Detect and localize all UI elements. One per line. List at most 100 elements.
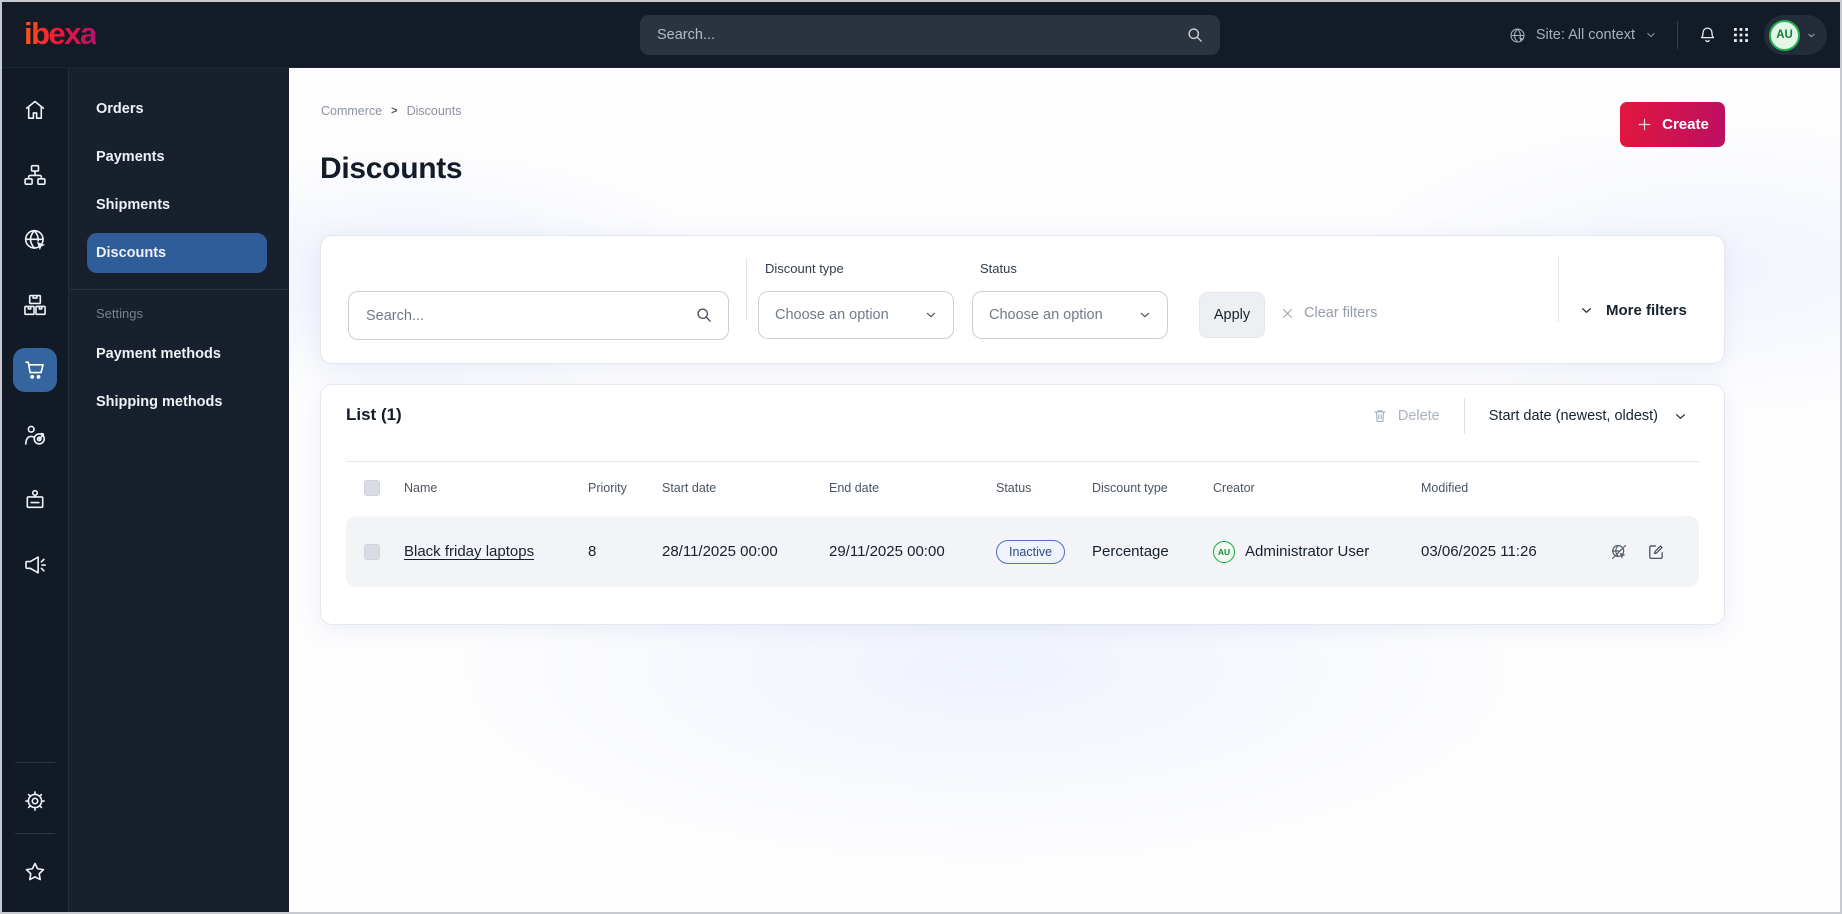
apps-grid-icon[interactable] xyxy=(1731,25,1751,45)
sort-selector[interactable]: Start date (newest, oldest) xyxy=(1489,408,1689,425)
products-boxes-icon xyxy=(22,292,48,318)
end-date-value: 29/11/2025 00:00 xyxy=(829,543,945,560)
sidebar-item-shipping-methods[interactable]: Shipping methods xyxy=(87,382,267,422)
create-button-label: Create xyxy=(1662,116,1709,133)
priority-value: 8 xyxy=(588,543,597,560)
status-label: Status xyxy=(980,261,1017,276)
icon-rail xyxy=(2,68,69,912)
rail-item-commerce[interactable] xyxy=(13,348,57,392)
chevron-down-icon xyxy=(1137,307,1153,323)
rail-divider xyxy=(15,833,55,834)
breadcrumb-discounts[interactable]: Discounts xyxy=(407,104,462,118)
tools-divider xyxy=(1463,398,1465,434)
sidebar-item-shipments[interactable]: Shipments xyxy=(87,185,267,225)
filter-divider xyxy=(1558,256,1559,322)
app-window: ibexa Site: All context xyxy=(0,0,1842,914)
page-title: Discounts xyxy=(320,152,463,185)
status-value: Choose an option xyxy=(989,307,1103,323)
breadcrumb: Commerce > Discounts xyxy=(321,104,461,118)
rail-item-content[interactable] xyxy=(13,153,57,197)
rail-item-customers[interactable] xyxy=(13,413,57,457)
chevron-down-icon xyxy=(1672,408,1689,425)
start-date-value: 28/11/2025 00:00 xyxy=(662,543,778,560)
column-header-priority: Priority xyxy=(588,481,627,495)
user-badge-icon xyxy=(22,487,48,513)
rail-item-users[interactable] xyxy=(13,478,57,522)
gear-icon xyxy=(22,788,48,814)
sidebar-item-payment-methods[interactable]: Payment methods xyxy=(87,334,267,374)
megaphone-icon xyxy=(22,552,48,578)
main-area: Commerce > Discounts Create Discounts Se… xyxy=(289,68,1840,912)
clear-filters-button[interactable]: Clear filters xyxy=(1280,305,1377,321)
more-filters-button[interactable]: More filters xyxy=(1578,302,1687,319)
list-card: List (1) Delete Start date (newest, olde… xyxy=(320,384,1725,625)
notifications-bell-icon[interactable] xyxy=(1697,25,1718,46)
table-row: Black friday laptops 8 28/11/2025 00:00 … xyxy=(346,516,1699,587)
status-select[interactable]: Choose an option xyxy=(972,291,1168,339)
global-search[interactable] xyxy=(640,15,1220,55)
user-menu[interactable]: AU xyxy=(1764,15,1827,55)
sidebar-item-label: Orders xyxy=(96,101,144,117)
column-header-modified: Modified xyxy=(1421,481,1469,495)
sort-label: Start date (newest, oldest) xyxy=(1488,408,1658,424)
search-icon[interactable] xyxy=(694,305,714,325)
sidebar-item-label: Shipping methods xyxy=(96,394,223,410)
discount-type-value: Choose an option xyxy=(775,307,889,323)
delete-button[interactable]: Delete xyxy=(1371,407,1440,425)
rail-item-site[interactable] xyxy=(13,218,57,262)
discount-name-link[interactable]: Black friday laptops xyxy=(404,543,534,560)
site-context-selector[interactable]: Site: All context xyxy=(1508,26,1658,45)
breadcrumb-separator: > xyxy=(391,105,398,117)
filters-card: Discount type Choose an option Status Ch… xyxy=(320,235,1725,364)
global-search-input[interactable] xyxy=(640,27,1185,43)
rail-divider xyxy=(15,762,55,763)
preview-disabled-icon[interactable] xyxy=(1609,542,1629,562)
rail-item-products[interactable] xyxy=(13,283,57,327)
create-button[interactable]: Create xyxy=(1620,102,1725,147)
status-badge: Inactive xyxy=(996,539,1066,564)
table-header: Name Priority Start date End date Status… xyxy=(346,473,1699,503)
filter-divider xyxy=(746,258,747,320)
breadcrumb-commerce[interactable]: Commerce xyxy=(321,104,382,118)
rail-item-bookmarks[interactable] xyxy=(13,850,57,894)
topbar: ibexa Site: All context xyxy=(2,2,1840,68)
rail-item-home[interactable] xyxy=(13,88,57,132)
sidebar-item-orders[interactable]: Orders xyxy=(87,89,267,129)
creator-avatar: AU xyxy=(1213,540,1235,563)
column-header-name: Name xyxy=(404,481,438,495)
list-divider xyxy=(346,461,1699,462)
sidebar-divider xyxy=(69,289,289,290)
rail-item-marketing[interactable] xyxy=(13,543,57,587)
creator-name: Administrator User xyxy=(1245,543,1370,560)
discount-type-select[interactable]: Choose an option xyxy=(758,291,954,339)
close-icon xyxy=(1280,306,1295,321)
search-icon[interactable] xyxy=(1185,25,1205,45)
select-all-checkbox[interactable] xyxy=(364,480,380,496)
commerce-cart-icon xyxy=(22,357,48,383)
column-header-start-date: Start date xyxy=(662,481,717,495)
modified-value: 03/06/2025 11:26 xyxy=(1421,543,1537,560)
apply-button[interactable]: Apply xyxy=(1199,292,1265,338)
ibexa-logo: ibexa xyxy=(24,16,97,51)
site-context-label: Site: All context xyxy=(1535,27,1635,43)
sidebar-item-discounts[interactable]: Discounts xyxy=(87,233,267,273)
commerce-sidebar: Orders Payments Shipments Discounts Sett… xyxy=(69,68,289,912)
home-icon xyxy=(22,97,48,123)
chevron-down-icon xyxy=(923,307,939,323)
star-icon xyxy=(22,859,48,885)
list-title: List (1) xyxy=(346,405,402,424)
customers-target-icon xyxy=(22,422,48,448)
discount-type-value: Percentage xyxy=(1092,543,1169,560)
filter-search-input[interactable] xyxy=(348,291,729,340)
more-filters-label: More filters xyxy=(1606,302,1687,319)
row-checkbox[interactable] xyxy=(364,543,380,560)
edit-icon[interactable] xyxy=(1646,542,1666,562)
sidebar-item-label: Payment methods xyxy=(96,346,221,362)
sidebar-item-label: Payments xyxy=(96,149,165,165)
plus-icon xyxy=(1636,116,1653,133)
sidebar-item-payments[interactable]: Payments xyxy=(87,137,267,177)
chevron-down-icon xyxy=(1578,302,1595,319)
discount-type-label: Discount type xyxy=(765,261,844,276)
column-header-discount-type: Discount type xyxy=(1092,481,1168,495)
rail-item-settings[interactable] xyxy=(13,779,57,823)
